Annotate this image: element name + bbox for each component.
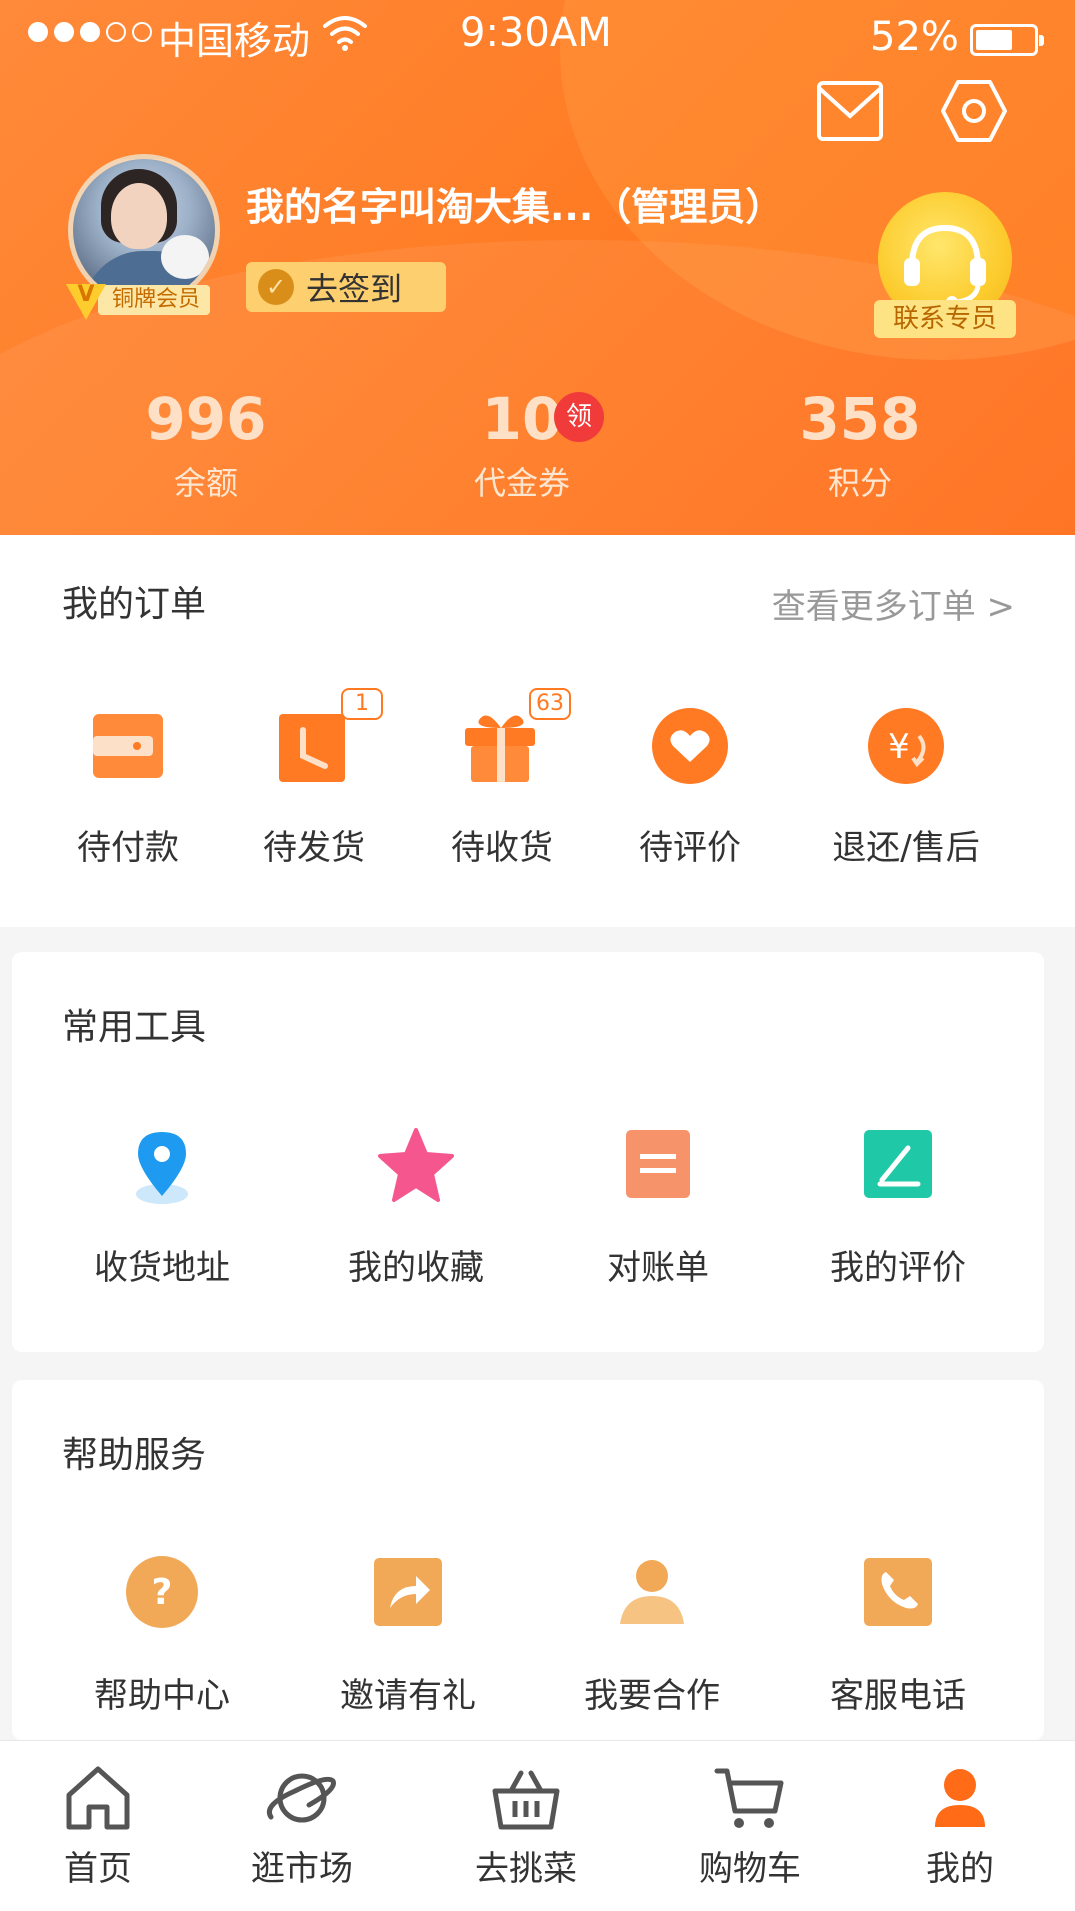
points-value: 358: [799, 385, 921, 453]
order-item-label: 待发货: [263, 828, 365, 868]
clock: 9:30AM: [460, 10, 612, 56]
checkin-label: 去签到: [306, 270, 403, 308]
voucher-stat[interactable]: 10 代金券 领: [392, 388, 652, 504]
help-center[interactable]: ? 帮助中心: [42, 1550, 282, 1717]
order-pending-payment[interactable]: 待付款: [28, 700, 228, 869]
stats-row: 996 余额 10 代金券 领 358 积分: [0, 388, 1075, 508]
svg-text:?: ?: [152, 1572, 173, 1613]
phone-icon: [856, 1550, 940, 1634]
voucher-label: 代金券: [473, 464, 570, 502]
tab-market[interactable]: 逛市场: [212, 1741, 392, 1890]
profile-page: 中国移动 9:30AM 52% V 铜牌会员 我的名字叫淘大集...（管理员） …: [0, 0, 1075, 1911]
help-label: 我要合作: [584, 1676, 720, 1716]
cooperate[interactable]: 我要合作: [532, 1550, 772, 1717]
tool-statement[interactable]: 对账单: [538, 1122, 778, 1289]
tools-title: 常用工具: [62, 1007, 207, 1048]
order-item-label: 待收货: [451, 828, 553, 868]
common-tools-card: 常用工具 收货地址 我的收藏 对账单 我的评价: [12, 952, 1044, 1352]
profile-header: 中国移动 9:30AM 52% V 铜牌会员 我的名字叫淘大集...（管理员） …: [0, 0, 1075, 535]
checkmark-icon: ✓: [258, 269, 294, 305]
message-icon[interactable]: [816, 80, 884, 142]
tool-label: 收货地址: [94, 1248, 230, 1288]
tool-label: 我的评价: [830, 1248, 966, 1288]
tool-label: 我的收藏: [348, 1248, 484, 1288]
balance-value: 996: [145, 385, 267, 453]
edit-icon: [856, 1122, 940, 1206]
gift-icon: 63: [457, 688, 571, 790]
view-more-orders-link[interactable]: 查看更多订单 >: [772, 579, 1015, 628]
order-item-label: 待评价: [639, 828, 741, 868]
member-level-badge: V 铜牌会员: [66, 284, 211, 320]
svg-text:¥: ¥: [888, 727, 910, 767]
tools-row: 收货地址 我的收藏 对账单 我的评价: [12, 1122, 1044, 1312]
battery-icon: [970, 24, 1044, 56]
home-icon: [61, 1761, 135, 1835]
order-refund[interactable]: ¥ 退还/售后: [806, 700, 1006, 869]
clock-icon: 1: [269, 688, 383, 790]
help-label: 邀请有礼: [340, 1676, 476, 1716]
status-bar: 中国移动 9:30AM 52%: [0, 0, 1075, 78]
order-status-row: 待付款 1 待发货 63 待收货 待评价 ¥ 退还/售后: [0, 688, 1075, 900]
basket-icon: [489, 1761, 563, 1835]
refund-icon: ¥: [861, 700, 951, 790]
checkin-button[interactable]: ✓ 去签到: [246, 262, 446, 312]
points-label: 积分: [827, 464, 892, 502]
invite-reward[interactable]: 邀请有礼: [288, 1550, 528, 1717]
statement-icon: [616, 1122, 700, 1206]
tool-favorites[interactable]: 我的收藏: [296, 1122, 536, 1289]
order-count-badge: 1: [341, 688, 383, 720]
contact-agent-label: 联系专员: [874, 300, 1016, 338]
location-pin-icon: [120, 1122, 204, 1206]
tab-label: 逛市场: [251, 1849, 353, 1889]
tool-my-reviews[interactable]: 我的评价: [778, 1122, 1018, 1289]
tab-label: 首页: [64, 1849, 132, 1889]
tab-pick-vegetables[interactable]: 去挑菜: [436, 1741, 616, 1890]
tab-home[interactable]: 首页: [8, 1741, 188, 1890]
help-label: 客服电话: [830, 1676, 966, 1716]
person-icon: [610, 1550, 694, 1634]
wifi-icon: [323, 16, 367, 51]
orders-section: 我的订单 查看更多订单 > 待付款 1 待发货 63 待收货 待评价 ¥ 退还/…: [0, 535, 1075, 927]
tab-cart[interactable]: 购物车: [660, 1741, 840, 1890]
order-count-badge: 63: [529, 688, 571, 720]
contact-agent-button[interactable]: 联系专员: [874, 192, 1016, 340]
star-icon: [374, 1122, 458, 1206]
order-pending-review[interactable]: 待评价: [590, 700, 790, 869]
battery-percent: 52%: [870, 14, 959, 60]
bottom-tab-bar: 首页 逛市场 去挑菜 购物车 我的: [0, 1740, 1075, 1911]
carrier-name: 中国移动: [158, 19, 311, 63]
settings-icon[interactable]: [940, 78, 1008, 144]
cart-icon: [713, 1761, 787, 1835]
tab-mine[interactable]: 我的: [870, 1741, 1050, 1890]
share-icon: [366, 1550, 450, 1634]
order-item-label: 退还/售后: [832, 828, 980, 868]
order-pending-shipment[interactable]: 1 待发货: [214, 688, 414, 869]
member-level-label: 铜牌会员: [98, 285, 211, 315]
signal-strength-icon: [28, 22, 152, 42]
order-item-label: 待付款: [77, 828, 179, 868]
orders-title: 我的订单: [62, 584, 207, 625]
wallet-icon: [83, 700, 173, 790]
order-pending-receipt[interactable]: 63 待收货: [402, 688, 602, 869]
tab-label: 购物车: [699, 1849, 801, 1889]
tool-label: 对账单: [607, 1248, 709, 1288]
question-icon: ?: [120, 1550, 204, 1634]
tab-label: 我的: [926, 1849, 994, 1889]
username: 我的名字叫淘大集...（管理员）: [246, 185, 784, 229]
voucher-value: 10: [481, 385, 563, 453]
balance-label: 余额: [173, 464, 238, 502]
points-stat[interactable]: 358 积分: [730, 388, 990, 504]
user-icon: [923, 1761, 997, 1835]
planet-icon: [265, 1761, 339, 1835]
heart-icon: [645, 700, 735, 790]
claim-voucher-badge[interactable]: 领: [554, 392, 604, 442]
tab-label: 去挑菜: [475, 1849, 577, 1889]
help-services-card: 帮助服务 ? 帮助中心 邀请有礼 我要合作 客服电话: [12, 1380, 1044, 1740]
help-row: ? 帮助中心 邀请有礼 我要合作 客服电话: [12, 1550, 1044, 1740]
help-title: 帮助服务: [62, 1435, 207, 1476]
balance-stat[interactable]: 996 余额: [76, 388, 336, 504]
customer-service-phone[interactable]: 客服电话: [778, 1550, 1018, 1717]
tool-shipping-address[interactable]: 收货地址: [42, 1122, 282, 1289]
help-label: 帮助中心: [94, 1676, 230, 1716]
